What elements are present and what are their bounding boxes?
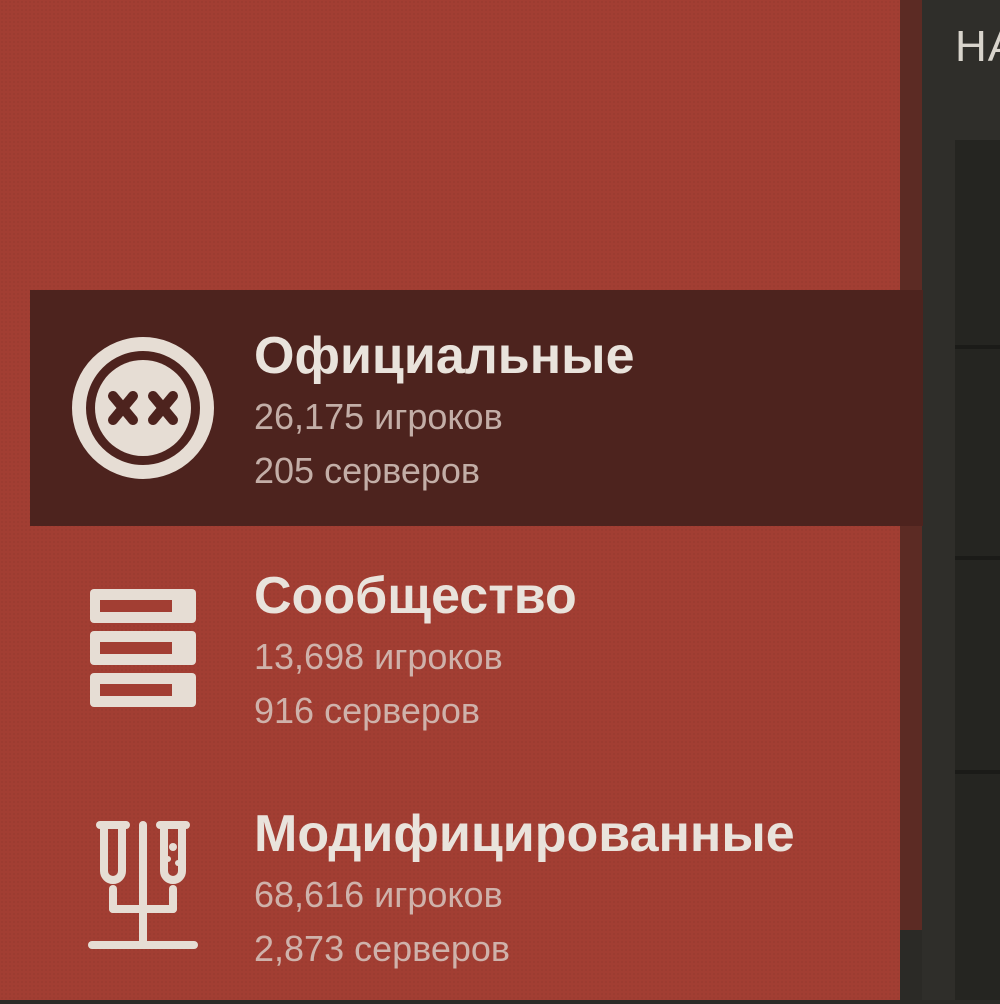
category-player-count: 26,175 игроков — [254, 396, 503, 437]
server-row-divider — [955, 556, 1000, 560]
category-modded[interactable]: Модифицированные 68,616 игроков 2,873 се… — [30, 768, 923, 1004]
category-player-count: 13,698 игроков — [254, 636, 503, 677]
server-list-table — [955, 140, 1000, 1000]
test-tubes-icon — [70, 813, 216, 959]
official-rust-icon — [70, 335, 216, 481]
server-stack-icon — [70, 575, 216, 721]
category-community[interactable]: Сообщество 13,698 игроков 916 серверов — [30, 530, 923, 766]
server-list-title: НА — [955, 22, 1000, 71]
category-title: Сообщество — [254, 567, 577, 625]
category-title: Официальные — [254, 327, 635, 385]
category-server-count: 2,873 серверов — [254, 928, 511, 969]
category-official[interactable]: Официальные 26,175 игроков 205 серверов — [30, 290, 923, 526]
category-server-count: 916 серверов — [254, 690, 481, 731]
category-player-count: 68,616 игроков — [254, 874, 503, 915]
server-row-divider — [955, 770, 1000, 774]
server-row-divider — [955, 345, 1000, 349]
category-title: Модифицированные — [254, 805, 795, 863]
category-server-count: 205 серверов — [254, 450, 481, 491]
